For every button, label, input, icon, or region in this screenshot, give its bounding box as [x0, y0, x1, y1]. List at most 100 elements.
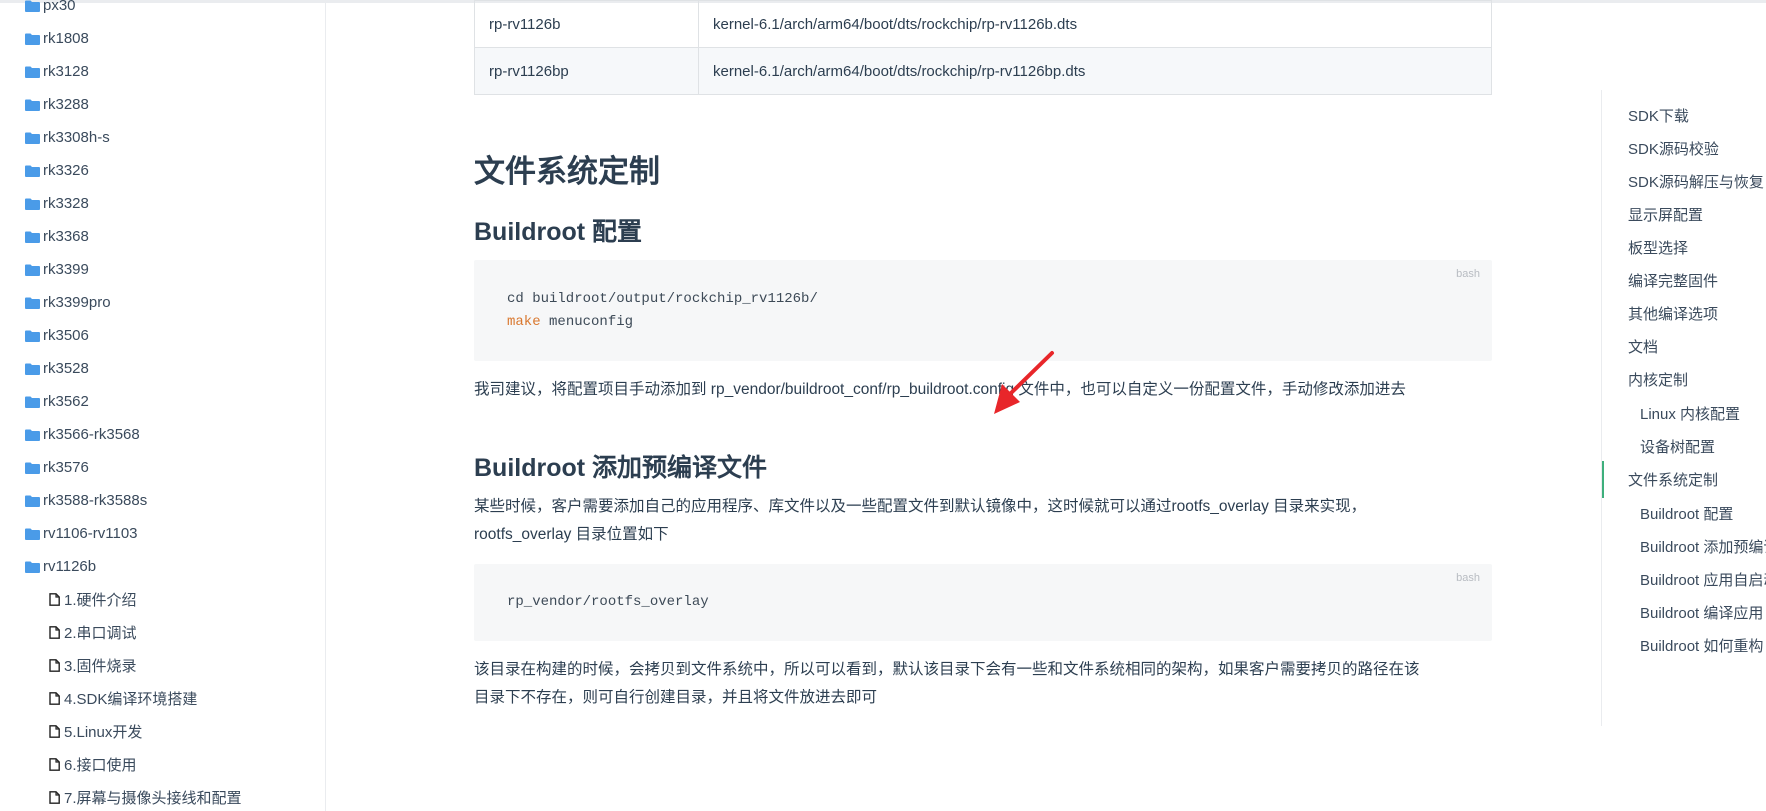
sidebar-item[interactable]: rk1808: [0, 22, 325, 55]
sidebar-item[interactable]: 2.串口调试: [0, 616, 325, 649]
table-cell-board: rp-rv1126b: [474, 0, 699, 48]
sidebar-item[interactable]: 7.屏幕与摄像头接线和配置: [0, 781, 325, 811]
toc-item[interactable]: Buildroot 应用自启动: [1602, 561, 1766, 598]
sidebar-item[interactable]: rk3308h-s: [0, 121, 325, 154]
toc-item[interactable]: SDK源码解压与恢复: [1602, 163, 1766, 200]
folder-icon: [25, 429, 40, 441]
sidebar-item-label: 3.固件烧录: [64, 658, 137, 675]
sidebar-item[interactable]: rk3588-rk3588s: [0, 484, 325, 517]
sidebar-item[interactable]: rk3528: [0, 352, 325, 385]
code-block-overlay-path[interactable]: bash rp_vendor/rootfs_overlay: [474, 564, 1492, 641]
toc-item[interactable]: Buildroot 添加预编译文件: [1602, 528, 1766, 565]
folder-icon: [25, 396, 40, 408]
paragraph-line: rootfs_overlay 目录位置如下: [474, 526, 669, 543]
sidebar-item-label: rk3399pro: [43, 294, 111, 311]
sidebar-item[interactable]: rk3399: [0, 253, 325, 286]
folder-icon: [25, 462, 40, 474]
sidebar-item[interactable]: rk3288: [0, 88, 325, 121]
toc-item[interactable]: 文件系统定制: [1602, 461, 1766, 498]
sidebar-item[interactable]: 1.硬件介绍: [0, 583, 325, 616]
toc-item[interactable]: 文档: [1602, 328, 1766, 365]
subheading-buildroot-config: Buildroot 配置: [474, 218, 643, 246]
sidebar-item[interactable]: rk3399pro: [0, 286, 325, 319]
paragraph-config-advice: 我司建议，将配置项目手动添加到 rp_vendor/buildroot_conf…: [474, 381, 1406, 398]
folder-icon: [25, 264, 40, 276]
sidebar-item-label: rk3128: [43, 63, 89, 80]
sidebar-item[interactable]: rk3328: [0, 187, 325, 220]
sidebar-item-label: rv1126b: [43, 558, 97, 575]
sidebar-item[interactable]: rv1106-rv1103: [0, 517, 325, 550]
dts-path-table: rp-rv1126b kernel-6.1/arch/arm64/boot/dt…: [474, 0, 1492, 95]
toc-item[interactable]: 编译完整固件: [1602, 262, 1766, 299]
code-block-menuconfig[interactable]: bash cd buildroot/output/rockchip_rv1126…: [474, 260, 1492, 361]
toc-item[interactable]: SDK下载: [1602, 97, 1766, 134]
paragraph-line: 该目录在构建的时候，会拷贝到文件系统中，所以可以看到，默认该目录下会有一些和文件…: [474, 661, 1420, 678]
toc-item[interactable]: 显示屏配置: [1602, 196, 1766, 233]
sidebar-item-label: 6.接口使用: [64, 757, 137, 774]
paragraph-overlay-detail: 该目录在构建的时候，会拷贝到文件系统中，所以可以看到，默认该目录下会有一些和文件…: [474, 656, 1494, 712]
toc-item[interactable]: Buildroot 如何重构: [1602, 627, 1766, 664]
file-icon: [49, 692, 60, 705]
folder-icon: [25, 330, 40, 342]
toc-item[interactable]: Buildroot 编译应用: [1602, 594, 1766, 631]
file-icon: [49, 659, 60, 672]
sidebar-item-label: rk3588-rk3588s: [43, 492, 148, 509]
table-cell-path: kernel-6.1/arch/arm64/boot/dts/rockchip/…: [698, 47, 1492, 95]
sidebar-item[interactable]: 5.Linux开发: [0, 715, 325, 748]
file-icon: [49, 593, 60, 606]
toc-item[interactable]: Linux 内核配置: [1602, 395, 1766, 432]
folder-icon: [25, 198, 40, 210]
sidebar-item[interactable]: 3.固件烧录: [0, 649, 325, 682]
code-line: rp_vendor/rootfs_overlay: [507, 594, 709, 610]
annotation-arrow-icon: [994, 351, 1054, 414]
sidebar-item-label: rk3368: [43, 228, 89, 245]
toc-item[interactable]: 板型选择: [1602, 229, 1766, 266]
folder-icon: [25, 165, 40, 177]
table-cell-board: rp-rv1126bp: [474, 47, 699, 95]
sidebar-item-label: rk3328: [43, 195, 89, 212]
sidebar-item[interactable]: rk3326: [0, 154, 325, 187]
sidebar-item-label: rk3562: [43, 393, 89, 410]
folder-icon: [25, 495, 40, 507]
code-lang-label: bash: [1456, 268, 1480, 280]
sidebar-item[interactable]: rk3128: [0, 55, 325, 88]
sidebar-list: px30 rk1808 rk3128 rk3288 rk3308h-s rk3326 rk3…: [0, 0, 325, 811]
sidebar-item[interactable]: rk3368: [0, 220, 325, 253]
sidebar-item[interactable]: rv1126b: [0, 550, 325, 583]
file-icon: [49, 626, 60, 639]
folder-icon: [25, 297, 40, 309]
sidebar-item[interactable]: px30: [0, 0, 325, 22]
table-of-contents: SDK下载 SDK源码校验 SDK源码解压与恢复 显示屏配置 板型选择 编译完整固件 其他编…: [1601, 90, 1766, 726]
sidebar-item-label: rk3528: [43, 360, 89, 377]
sidebar-item[interactable]: rk3506: [0, 319, 325, 352]
section-heading-filesystem: 文件系统定制: [474, 154, 660, 189]
sidebar-item[interactable]: rk3576: [0, 451, 325, 484]
toc-item[interactable]: 内核定制: [1602, 361, 1766, 398]
sidebar-item[interactable]: rk3562: [0, 385, 325, 418]
toc-item[interactable]: SDK源码校验: [1602, 130, 1766, 167]
table-row: rp-rv1126b kernel-6.1/arch/arm64/boot/dt…: [474, 0, 1492, 48]
toc-item[interactable]: Buildroot 配置: [1602, 495, 1766, 532]
sidebar-item-label: rk3506: [43, 327, 89, 344]
folder-icon: [25, 33, 40, 45]
sidebar-item-label: 1.硬件介绍: [64, 592, 137, 609]
sidebar-item[interactable]: 4.SDK编译环境搭建: [0, 682, 325, 715]
folder-icon: [25, 363, 40, 375]
folder-icon: [25, 132, 40, 144]
folder-icon: [25, 66, 40, 78]
sidebar-item-label: 5.Linux开发: [64, 724, 143, 741]
file-icon: [49, 791, 60, 804]
folder-icon: [25, 231, 40, 243]
code-keyword: make: [507, 314, 541, 330]
sidebar-item[interactable]: 6.接口使用: [0, 748, 325, 781]
sidebar-item-label: rv1106-rv1103: [43, 525, 138, 542]
sidebar-item-label: rk3326: [43, 162, 89, 179]
sidebar-item[interactable]: rk3566-rk3568: [0, 418, 325, 451]
code-line: make menuconfig: [507, 314, 633, 330]
toc-item[interactable]: 其他编译选项: [1602, 295, 1766, 332]
folder-icon: [25, 99, 40, 111]
sidebar-item-label: rk3566-rk3568: [43, 426, 140, 443]
sidebar-item-label: 7.屏幕与摄像头接线和配置: [64, 790, 242, 807]
toc-item[interactable]: 设备树配置: [1602, 428, 1766, 465]
folder-icon: [25, 561, 40, 573]
